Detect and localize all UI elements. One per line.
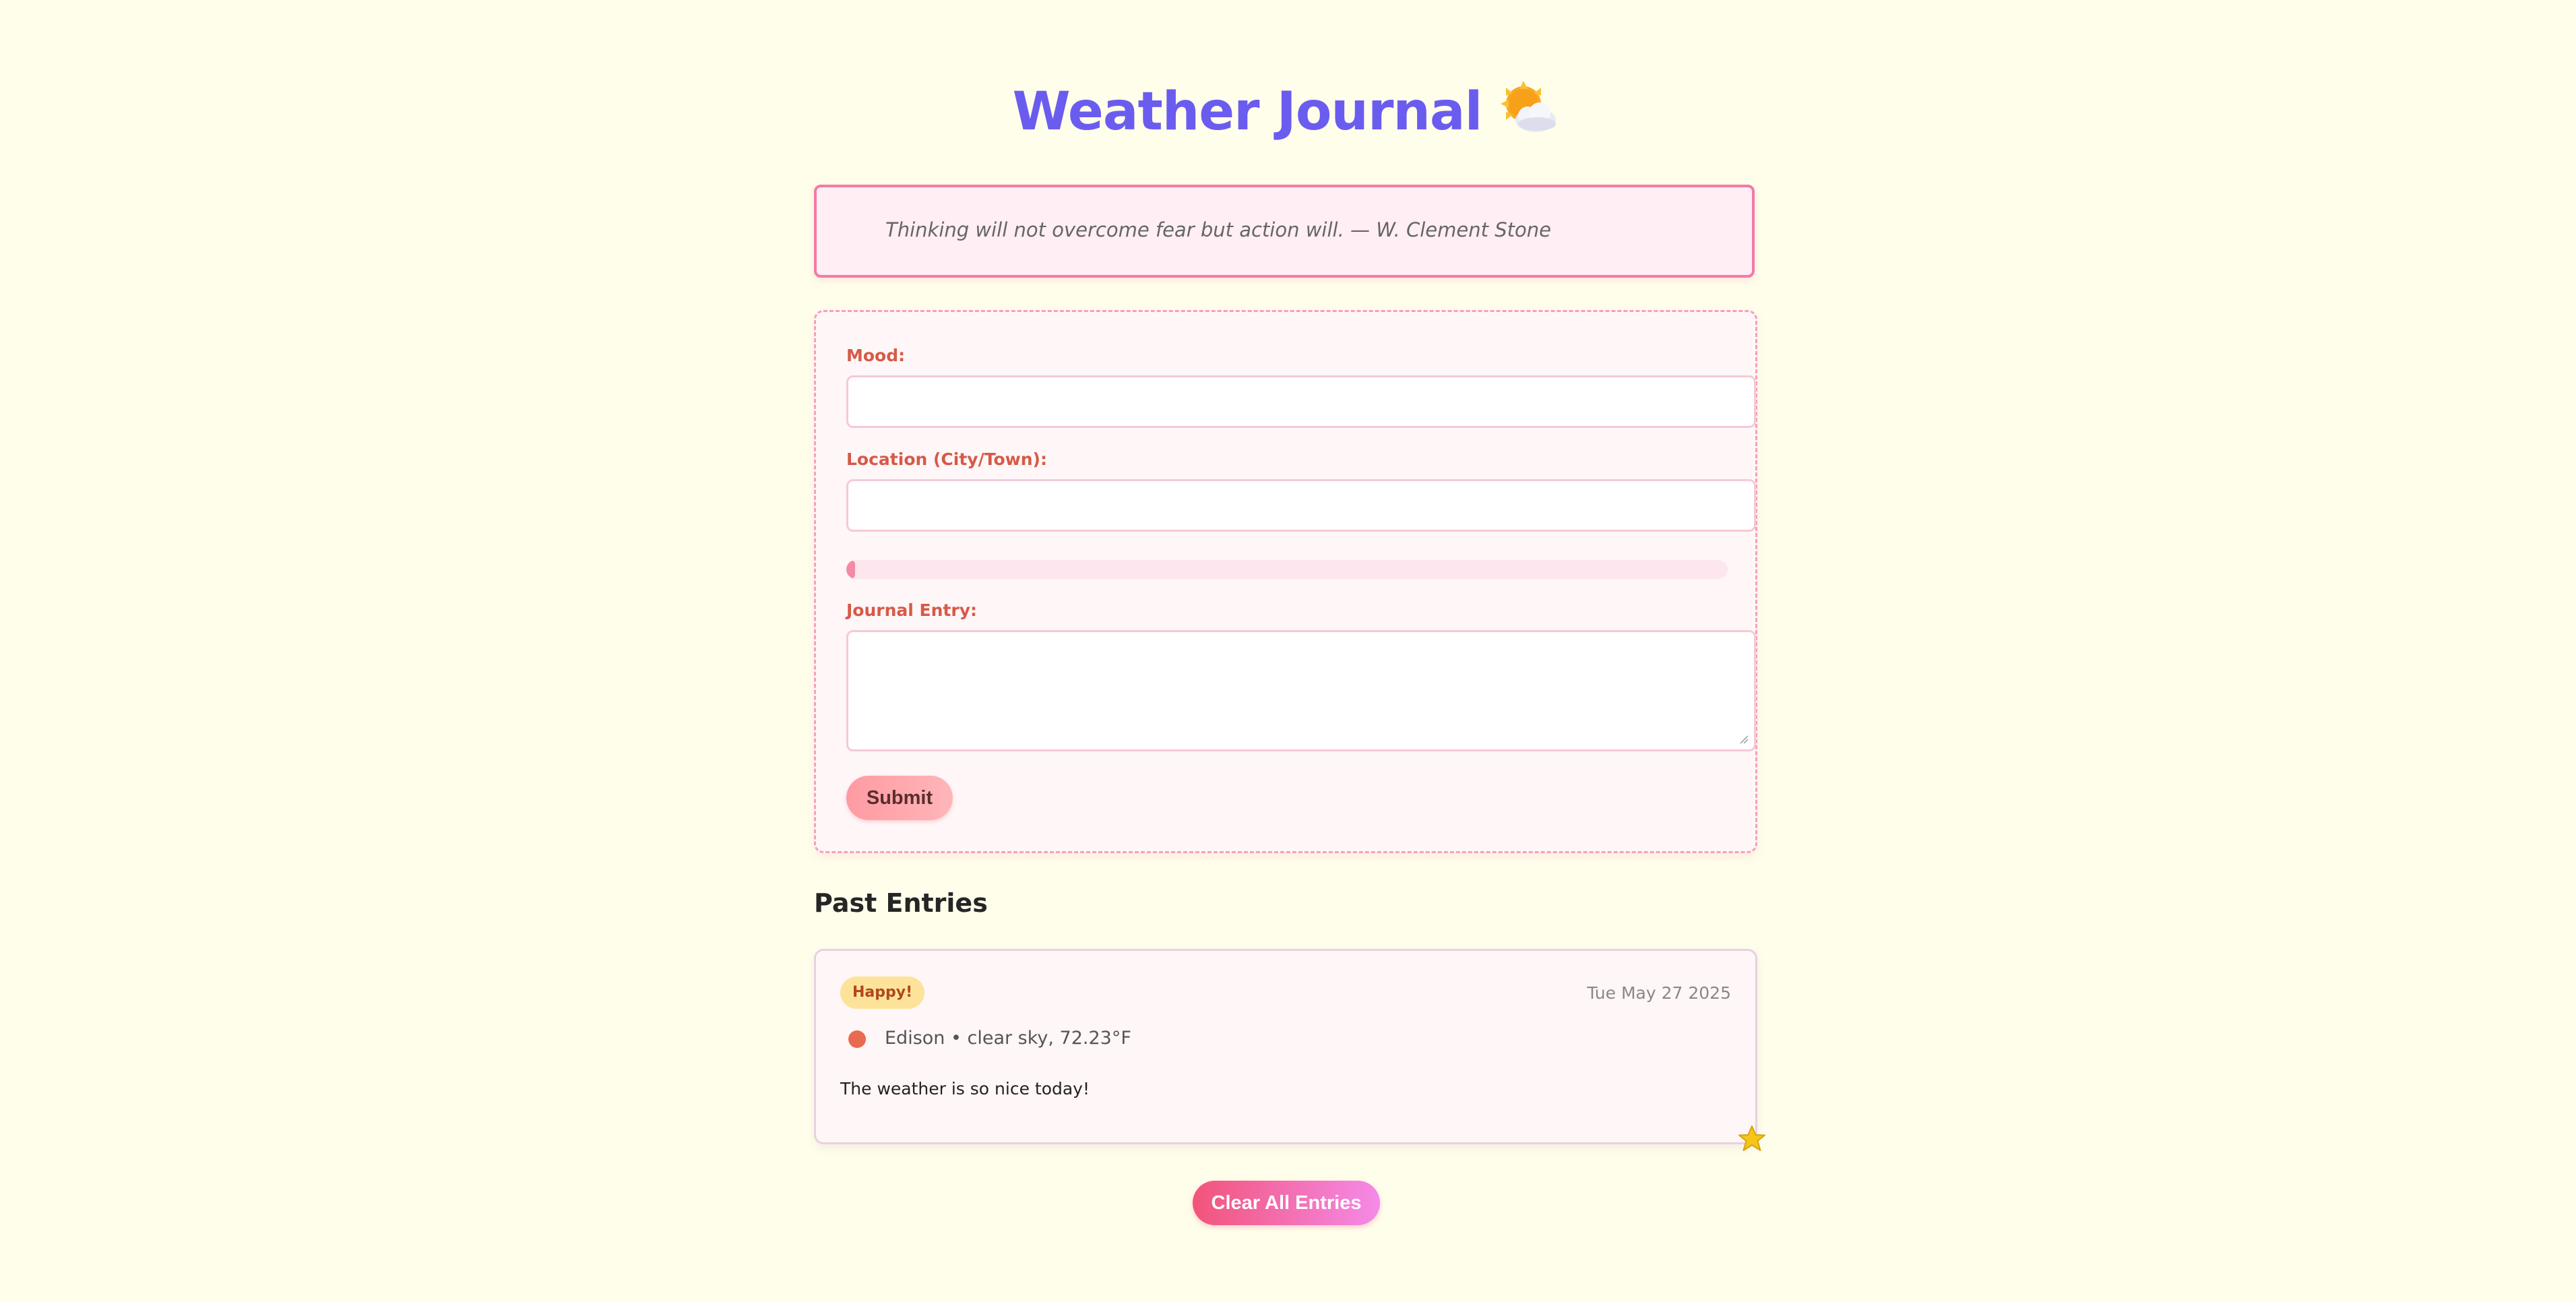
journal-label: Journal Entry:: [846, 600, 977, 620]
entry-weather: Edison • clear sky, 72.23°F: [885, 1028, 1131, 1049]
sun-behind-cloud-icon: [1497, 80, 1559, 136]
resize-handle-icon[interactable]: [1739, 735, 1749, 744]
past-entries-heading: Past Entries: [814, 888, 988, 918]
location-label: Location (City/Town):: [846, 450, 1047, 469]
page-title-text: Weather Journal: [1012, 82, 1483, 142]
entry-date: Tue May 27 2025: [1587, 983, 1731, 1003]
mood-badge: Happy!: [840, 976, 925, 1009]
quote-box: Thinking will not overcome fear but acti…: [814, 185, 1755, 278]
entry-text: The weather is so nice today!: [840, 1079, 1090, 1098]
progress-bar: [846, 560, 1728, 579]
clear-all-button[interactable]: Clear All Entries: [1193, 1181, 1380, 1225]
page-title: Weather Journal: [814, 80, 1757, 142]
quote-text: Thinking will not overcome fear but acti…: [885, 218, 1551, 241]
star-icon[interactable]: [1737, 1124, 1767, 1154]
weather-dot-icon: [848, 1030, 866, 1048]
progress-fill: [846, 560, 856, 579]
location-input[interactable]: [846, 479, 1756, 532]
entry-card: Happy! Tue May 27 2025 Edison • clear sk…: [814, 949, 1757, 1144]
journal-form: Mood: Location (City/Town): Journal Entr…: [814, 310, 1757, 853]
journal-textarea[interactable]: [846, 630, 1756, 751]
mood-input[interactable]: [846, 375, 1756, 428]
mood-label: Mood:: [846, 346, 906, 365]
submit-button[interactable]: Submit: [846, 776, 953, 820]
